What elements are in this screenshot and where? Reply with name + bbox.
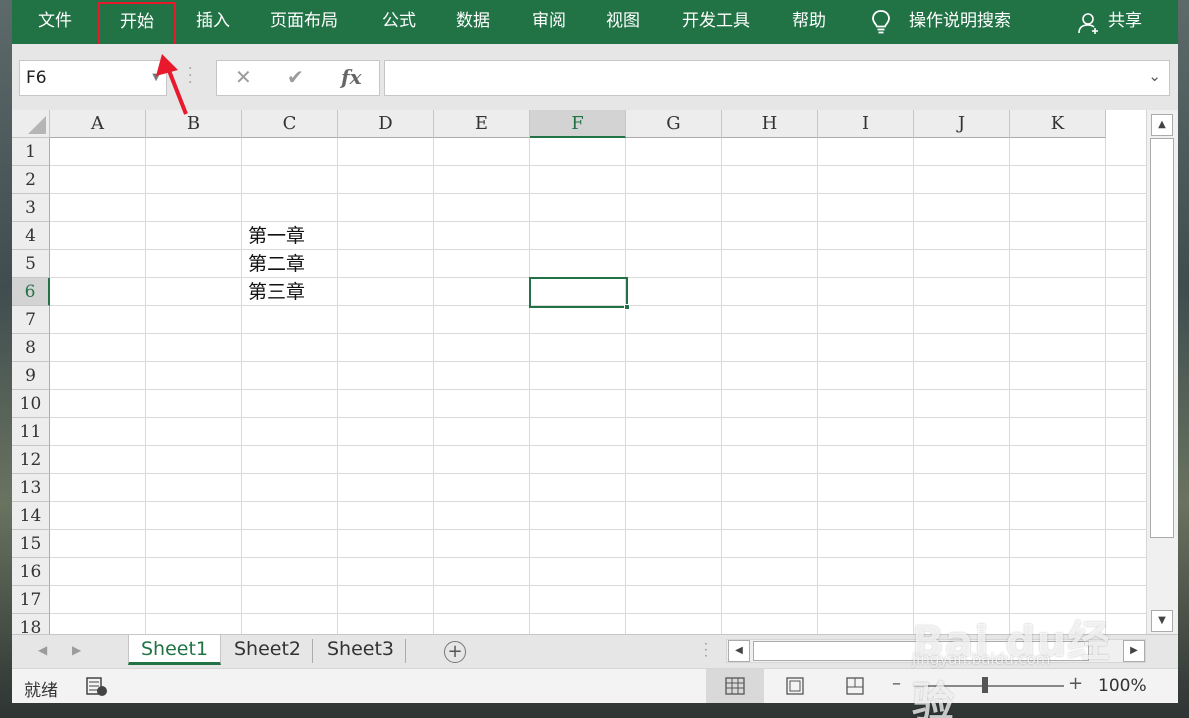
row-header-18[interactable]: 18 bbox=[12, 614, 50, 634]
column-header-a[interactable]: A bbox=[50, 110, 146, 138]
watermark-url: jingyan.baidu.com bbox=[912, 650, 1051, 668]
row-header-8[interactable]: 8 bbox=[12, 334, 50, 362]
lightbulb-icon[interactable] bbox=[870, 9, 892, 35]
select-all-button[interactable] bbox=[12, 110, 50, 138]
tab-data[interactable]: 数据 bbox=[456, 0, 490, 44]
tab-help[interactable]: 帮助 bbox=[792, 0, 826, 44]
tab-divider bbox=[405, 639, 406, 663]
column-header-f[interactable]: F bbox=[530, 110, 626, 138]
fill-handle[interactable] bbox=[624, 304, 630, 310]
tab-review[interactable]: 审阅 bbox=[532, 0, 566, 44]
ready-status: 就绪 bbox=[24, 681, 58, 701]
active-cell-selection[interactable] bbox=[529, 277, 630, 310]
scroll-up-icon[interactable]: ▲ bbox=[1151, 114, 1173, 136]
column-header-e[interactable]: E bbox=[434, 110, 530, 138]
tab-formulas[interactable]: 公式 bbox=[382, 0, 416, 44]
share-person-icon[interactable] bbox=[1078, 11, 1100, 35]
tab-file[interactable]: 文件 bbox=[38, 0, 72, 44]
column-header-j[interactable]: J bbox=[914, 110, 1010, 138]
vertical-scrollbar[interactable]: ▲ ▼ bbox=[1146, 110, 1178, 634]
page-layout-view-button[interactable] bbox=[766, 669, 824, 703]
scroll-down-icon[interactable]: ▼ bbox=[1151, 610, 1173, 632]
scroll-left-icon[interactable]: ◀ bbox=[728, 640, 750, 662]
tell-me-search[interactable]: 操作说明搜索 bbox=[909, 0, 1011, 44]
row-header-4[interactable]: 4 bbox=[12, 222, 50, 250]
expand-formula-icon[interactable]: ⌄ bbox=[1148, 67, 1161, 85]
tab-page-layout[interactable]: 页面布局 bbox=[270, 0, 338, 44]
insert-function-icon[interactable]: fx bbox=[341, 65, 362, 89]
enter-icon[interactable]: ✔ bbox=[287, 65, 304, 89]
row-header-5[interactable]: 5 bbox=[12, 250, 50, 278]
column-header-k[interactable]: K bbox=[1010, 110, 1106, 138]
tab-divider bbox=[312, 639, 313, 663]
row-header-11[interactable]: 11 bbox=[12, 418, 50, 446]
row-header-16[interactable]: 16 bbox=[12, 558, 50, 586]
zoom-out-button[interactable]: – bbox=[892, 673, 901, 694]
row-header-10[interactable]: 10 bbox=[12, 390, 50, 418]
name-box-value: F6 bbox=[26, 68, 47, 88]
ribbon-menu-bar: 文件 开始 插入 页面布局 公式 数据 审阅 视图 开发工具 帮助 操作说明搜索… bbox=[12, 0, 1178, 48]
vertical-scroll-thumb[interactable] bbox=[1150, 138, 1174, 538]
column-header-c[interactable]: C bbox=[242, 110, 338, 138]
column-header-d[interactable]: D bbox=[338, 110, 434, 138]
add-sheet-icon[interactable]: + bbox=[444, 641, 466, 663]
cell-area[interactable] bbox=[50, 138, 1146, 634]
tab-view[interactable]: 视图 bbox=[606, 0, 640, 44]
tab-home[interactable]: 开始 bbox=[98, 2, 176, 48]
row-header-6[interactable]: 6 bbox=[12, 278, 50, 306]
formula-buttons: ✕ ✔ fx bbox=[216, 60, 380, 96]
next-sheet-icon[interactable]: ▶ bbox=[72, 643, 81, 657]
row-header-17[interactable]: 17 bbox=[12, 586, 50, 614]
tab-insert[interactable]: 插入 bbox=[196, 0, 230, 44]
page-layout-icon bbox=[786, 677, 804, 695]
row-header-13[interactable]: 13 bbox=[12, 474, 50, 502]
annotation-arrow-icon bbox=[156, 54, 188, 115]
share-button[interactable]: 共享 bbox=[1108, 0, 1142, 44]
select-all-triangle-icon bbox=[28, 116, 46, 134]
row-header-3[interactable]: 3 bbox=[12, 194, 50, 222]
cancel-icon[interactable]: ✕ bbox=[235, 65, 252, 89]
row-header-9[interactable]: 9 bbox=[12, 362, 50, 390]
formula-input[interactable]: ⌄ bbox=[384, 60, 1170, 96]
macro-record-icon[interactable] bbox=[86, 677, 108, 697]
name-box[interactable]: F6 ▼ bbox=[19, 60, 167, 96]
row-header-12[interactable]: 12 bbox=[12, 446, 50, 474]
column-header-g[interactable]: G bbox=[626, 110, 722, 138]
page-break-view-button[interactable] bbox=[826, 669, 884, 703]
row-header-2[interactable]: 2 bbox=[12, 166, 50, 194]
sheet-tab-sheet1[interactable]: Sheet1 bbox=[128, 635, 222, 665]
tab-split-handle-icon[interactable]: · · · bbox=[704, 638, 710, 662]
sheet-tab-sheet2[interactable]: Sheet2 bbox=[222, 635, 313, 665]
page-break-icon bbox=[846, 677, 864, 695]
prev-sheet-icon[interactable]: ◀ bbox=[38, 643, 47, 657]
row-header-1[interactable]: 1 bbox=[12, 138, 50, 166]
row-header-15[interactable]: 15 bbox=[12, 530, 50, 558]
row-header-7[interactable]: 7 bbox=[12, 306, 50, 334]
worksheet-grid: ABCDEFGHIJK 1 2 3 4 5 6 7 8 9 10 11 12 13 14 15 16 17 18 … bbox=[12, 110, 1146, 634]
sheet-tab-sheet3[interactable]: Sheet3 bbox=[315, 635, 406, 665]
column-header-h[interactable]: H bbox=[722, 110, 818, 138]
grid-view-icon bbox=[725, 677, 745, 695]
normal-view-button[interactable] bbox=[706, 669, 764, 703]
column-header-i[interactable]: I bbox=[818, 110, 914, 138]
baidu-jingyan-watermark: Bai du经验 jingyan.baidu.com bbox=[912, 590, 1152, 718]
cell-c6[interactable]: 第三章 bbox=[242, 278, 305, 306]
tab-developer[interactable]: 开发工具 bbox=[682, 0, 750, 44]
row-header-14[interactable]: 14 bbox=[12, 502, 50, 530]
cell-c4[interactable]: 第一章 bbox=[242, 222, 305, 250]
cell-c5[interactable]: 第二章 bbox=[242, 250, 305, 278]
